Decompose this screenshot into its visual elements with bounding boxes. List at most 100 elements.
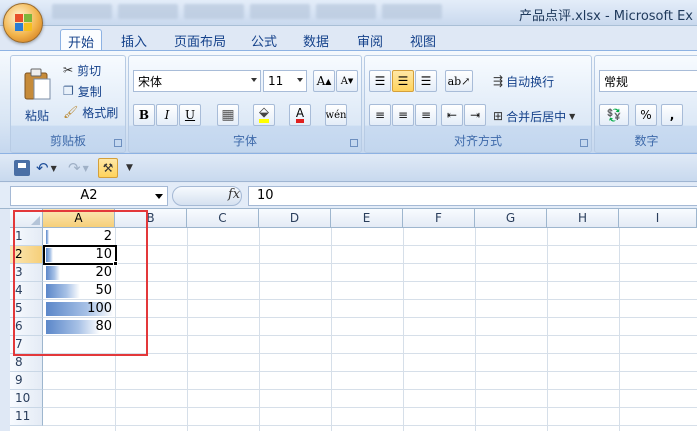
office-logo-icon bbox=[15, 14, 33, 32]
font-name-select[interactable]: 宋体 bbox=[133, 70, 261, 92]
ribbon: 粘贴 ✂ 剪切 ❐ 复制 🖌 格式刷 剪贴板 宋体 11 A ▲ A ▼ B I U bbox=[0, 50, 697, 154]
worksheet-grid[interactable]: A B C D E F G H I 1 2 3 4 5 6 7 8 9 10 1… bbox=[10, 209, 697, 431]
bold-button[interactable]: B bbox=[133, 104, 155, 126]
customize-qat-icon[interactable]: ▼ bbox=[126, 160, 133, 176]
accounting-format-button[interactable]: 💱 bbox=[599, 104, 629, 126]
align-center-button[interactable]: ≡ bbox=[392, 104, 414, 126]
font-name-value: 宋体 bbox=[138, 74, 163, 89]
chevron-down-icon bbox=[251, 78, 257, 82]
number-format-value: 常规 bbox=[604, 74, 629, 89]
grow-font-button[interactable]: A ▲ bbox=[313, 70, 335, 92]
font-launcher-icon[interactable] bbox=[350, 139, 358, 147]
alignment-group-label: 对齐方式 bbox=[453, 134, 502, 148]
brush-icon: 🖌 bbox=[63, 105, 79, 119]
paste-button[interactable]: 粘贴 bbox=[17, 60, 57, 130]
align-right-icon: ≡ bbox=[420, 108, 432, 122]
name-box[interactable]: A2 bbox=[10, 186, 168, 206]
phonetic-button[interactable]: wén bbox=[325, 104, 347, 126]
chevron-down-icon: ▼ bbox=[569, 111, 576, 121]
merge-center-button[interactable]: ⊞ 合并后居中 ▼ bbox=[493, 106, 575, 126]
tab-home[interactable]: 开始 bbox=[60, 29, 102, 51]
merge-center-label: 合并后居中 bbox=[506, 109, 567, 124]
paste-icon bbox=[24, 68, 51, 99]
font-group: 宋体 11 A ▲ A ▼ B I U ▦ ⬙ A wén 字体 bbox=[128, 55, 362, 153]
underline-button[interactable]: U bbox=[179, 104, 201, 126]
alignment-group: ☰ ☰ ☰ ab↗ ⇶ 自动换行 ≡ ≡ ≡ ⇤ ⇥ ⊞ 合并后居中 ▼ 对齐方… bbox=[364, 55, 592, 153]
borders-button[interactable]: ▦ bbox=[217, 104, 239, 126]
font-color-button[interactable]: A bbox=[289, 104, 311, 126]
tab-review[interactable]: 审阅 bbox=[350, 29, 390, 50]
number-group: 常规 💱 % , 数字 bbox=[594, 55, 697, 153]
tab-insert[interactable]: 插入 bbox=[114, 29, 154, 50]
office-button[interactable] bbox=[3, 3, 43, 43]
currency-icon: 💱 bbox=[606, 108, 622, 122]
tab-view[interactable]: 视图 bbox=[403, 29, 443, 50]
align-right-button[interactable]: ≡ bbox=[415, 104, 437, 126]
font-size-select[interactable]: 11 bbox=[263, 70, 307, 92]
align-bottom-icon: ☰ bbox=[420, 74, 432, 88]
column-header-h[interactable]: H bbox=[547, 209, 619, 228]
align-top-button[interactable]: ☰ bbox=[369, 70, 391, 92]
align-center-icon: ≡ bbox=[397, 108, 409, 122]
chevron-down-icon bbox=[297, 78, 303, 82]
quick-access-toolbar: ↶ ▼ ↷ ▼ ⚒ ▼ bbox=[0, 155, 697, 182]
clipboard-group: 粘贴 ✂ 剪切 ❐ 复制 🖌 格式刷 剪贴板 bbox=[10, 55, 126, 153]
comma-button[interactable]: , bbox=[661, 104, 683, 126]
italic-button[interactable]: I bbox=[156, 104, 178, 126]
increase-indent-button[interactable]: ⇥ bbox=[464, 104, 486, 126]
alignment-launcher-icon[interactable] bbox=[580, 139, 588, 147]
name-box-value: A2 bbox=[80, 188, 98, 203]
orientation-button[interactable]: ab↗ bbox=[445, 70, 473, 92]
fill-color-button[interactable]: ⬙ bbox=[253, 104, 275, 126]
clipboard-launcher-icon[interactable] bbox=[114, 139, 122, 147]
copy-button[interactable]: ❐ 复制 bbox=[63, 82, 102, 100]
percent-button[interactable]: % bbox=[635, 104, 657, 126]
align-middle-icon: ☰ bbox=[397, 74, 409, 88]
shrink-font-button[interactable]: A ▼ bbox=[336, 70, 358, 92]
row-header-11[interactable]: 11 bbox=[10, 408, 43, 426]
number-format-select[interactable]: 常规 bbox=[599, 70, 697, 92]
align-left-button[interactable]: ≡ bbox=[369, 104, 391, 126]
column-header-c[interactable]: C bbox=[187, 209, 259, 228]
paste-label: 粘贴 bbox=[24, 108, 49, 123]
window-title: 产品点评.xlsx - Microsoft Ex bbox=[518, 9, 693, 24]
column-header-e[interactable]: E bbox=[331, 209, 403, 228]
number-group-label: 数字 bbox=[634, 134, 659, 148]
custom-tool-icon[interactable]: ⚒ bbox=[98, 158, 118, 178]
format-painter-button[interactable]: 🖌 格式刷 bbox=[63, 103, 118, 121]
undo-icon[interactable]: ↶ ▼ bbox=[36, 159, 57, 177]
column-header-d[interactable]: D bbox=[259, 209, 331, 228]
text-orientation-icon: ab↗ bbox=[447, 74, 471, 88]
scissors-icon: ✂ bbox=[63, 63, 74, 77]
wrap-text-button[interactable]: ⇶ 自动换行 bbox=[493, 71, 554, 91]
redo-icon[interactable]: ↷ ▼ bbox=[68, 159, 89, 177]
wrap-text-label: 自动换行 bbox=[506, 74, 555, 89]
ribbon-tab-row: 开始 插入 页面布局 公式 数据 审阅 视图 bbox=[0, 26, 697, 51]
format-painter-label: 格式刷 bbox=[82, 105, 119, 120]
copy-label: 复制 bbox=[77, 84, 102, 99]
taskbar-tabs-blurred bbox=[52, 4, 442, 21]
column-header-i[interactable]: I bbox=[619, 209, 697, 228]
font-color-icon: A bbox=[295, 107, 305, 123]
save-icon[interactable] bbox=[14, 160, 30, 176]
row-header-8[interactable]: 8 bbox=[10, 354, 43, 372]
align-middle-button[interactable]: ☰ bbox=[392, 70, 414, 92]
borders-icon: ▦ bbox=[221, 107, 235, 123]
column-header-g[interactable]: G bbox=[475, 209, 547, 228]
font-group-label: 字体 bbox=[232, 134, 257, 148]
row-header-9[interactable]: 9 bbox=[10, 372, 43, 390]
row-header-10[interactable]: 10 bbox=[10, 390, 43, 408]
tab-page-layout[interactable]: 页面布局 bbox=[168, 29, 232, 50]
formula-bar: A2 fx 10 bbox=[0, 183, 697, 209]
cut-button[interactable]: ✂ 剪切 bbox=[63, 61, 101, 79]
decrease-indent-button[interactable]: ⇤ bbox=[441, 104, 463, 126]
tab-formulas[interactable]: 公式 bbox=[244, 29, 284, 50]
align-bottom-button[interactable]: ☰ bbox=[415, 70, 437, 92]
column-header-f[interactable]: F bbox=[403, 209, 475, 228]
clipboard-group-label: 剪贴板 bbox=[49, 134, 86, 148]
formula-input[interactable]: 10 bbox=[248, 186, 697, 206]
insert-function-icon[interactable]: fx bbox=[228, 187, 240, 202]
tab-data[interactable]: 数据 bbox=[296, 29, 336, 50]
font-size-value: 11 bbox=[268, 74, 284, 88]
increase-indent-icon: ⇥ bbox=[469, 108, 481, 122]
